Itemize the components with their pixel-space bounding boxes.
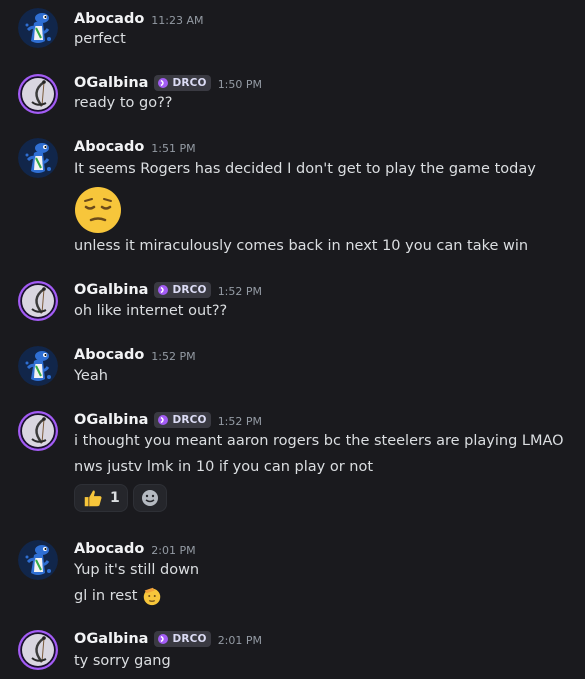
guild-tag-icon [157, 77, 169, 89]
timestamp: 1:52 PM [217, 284, 263, 298]
message-header: Abocado 2:01 PM [74, 538, 196, 560]
avatar[interactable] [18, 8, 58, 48]
username[interactable]: OGalbina [74, 631, 148, 647]
avatar[interactable] [18, 281, 58, 321]
message-text: i thought you meant aaron rogers bc the … [74, 433, 564, 449]
abocado-avatar-icon [18, 346, 58, 386]
timestamp: 1:52 PM [151, 349, 196, 363]
guild-tag-text: DRCO [172, 284, 207, 296]
thumbs-up-icon [82, 487, 104, 509]
message-header: Abocado 1:51 PM [74, 136, 196, 158]
avatar[interactable] [18, 540, 58, 580]
timestamp: 1:50 PM [217, 77, 263, 91]
message-text: Yup it's still down [74, 562, 200, 578]
message-header: OGalbina DRCO 1:52 PM [74, 409, 262, 431]
message-text: unless it miraculously comes back in nex… [74, 238, 529, 254]
message-text: perfect [74, 31, 126, 47]
add-reaction-button[interactable] [132, 484, 167, 512]
message-text: ready to go?? [74, 95, 173, 111]
reactions-bar: 1 [74, 484, 167, 512]
ogalbina-avatar-icon [18, 411, 58, 451]
message-text-with-emoji: gl in rest [74, 585, 163, 607]
guild-tag-icon [157, 633, 169, 645]
message-header: OGalbina DRCO 2:01 PM [74, 628, 262, 650]
guild-tag[interactable]: DRCO [154, 282, 211, 298]
reaction-count: 1 [110, 490, 120, 506]
reaction-thumbs-up[interactable]: 1 [74, 484, 128, 512]
message-header: Abocado 11:23 AM [74, 8, 204, 30]
timestamp: 2:01 PM [151, 543, 196, 557]
username[interactable]: Abocado [74, 541, 144, 557]
message-header: OGalbina DRCO 1:50 PM [74, 72, 262, 94]
timestamp: 11:23 AM [151, 13, 204, 27]
chat-messages: Abocado 11:23 AM perfect OGalbina DRCO 1… [0, 0, 585, 679]
guild-tag[interactable]: DRCO [154, 412, 211, 428]
avatar[interactable] [18, 74, 58, 114]
abocado-avatar-icon [18, 540, 58, 580]
username[interactable]: Abocado [74, 347, 144, 363]
message-text: oh like internet out?? [74, 303, 228, 319]
ogalbina-avatar-icon [18, 630, 58, 670]
message-header: Abocado 1:52 PM [74, 344, 196, 366]
guild-tag-text: DRCO [172, 414, 207, 426]
avatar[interactable] [18, 630, 58, 670]
timestamp: 1:51 PM [151, 141, 196, 155]
username[interactable]: OGalbina [74, 412, 148, 428]
pensive-face-icon [74, 186, 122, 234]
message-text: ty sorry gang [74, 653, 171, 669]
avatar[interactable] [18, 346, 58, 386]
username[interactable]: OGalbina [74, 282, 148, 298]
saluting-face-icon [141, 585, 163, 607]
ogalbina-avatar-icon [18, 74, 58, 114]
avatar[interactable] [18, 411, 58, 451]
abocado-avatar-icon [18, 8, 58, 48]
message-text: It seems Rogers has decided I don't get … [74, 161, 536, 177]
guild-tag-text: DRCO [172, 77, 207, 89]
timestamp: 1:52 PM [217, 414, 263, 428]
message-text: gl in rest [74, 588, 138, 604]
username[interactable]: Abocado [74, 139, 144, 155]
guild-tag-icon [157, 284, 169, 296]
timestamp: 2:01 PM [217, 633, 263, 647]
guild-tag-icon [157, 414, 169, 426]
guild-tag-text: DRCO [172, 633, 207, 645]
username[interactable]: OGalbina [74, 75, 148, 91]
ogalbina-avatar-icon [18, 281, 58, 321]
message-text: nws justv lmk in 10 if you can play or n… [74, 459, 374, 475]
avatar[interactable] [18, 138, 58, 178]
add-reaction-icon [140, 488, 160, 508]
message-header: OGalbina DRCO 1:52 PM [74, 279, 262, 301]
username[interactable]: Abocado [74, 11, 144, 27]
guild-tag[interactable]: DRCO [154, 631, 211, 647]
message-text: Yeah [74, 368, 108, 384]
guild-tag[interactable]: DRCO [154, 75, 211, 91]
abocado-avatar-icon [18, 138, 58, 178]
